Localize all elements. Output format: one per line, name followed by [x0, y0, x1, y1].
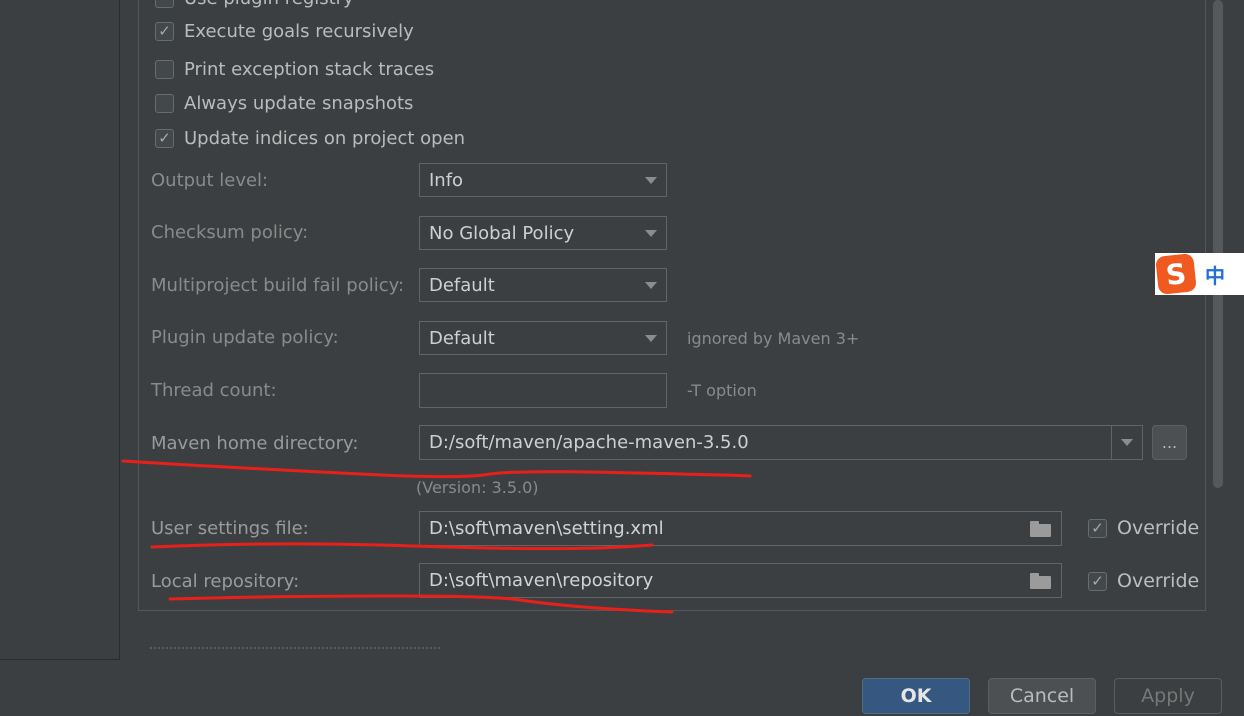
checkbox-label: Print exception stack traces	[184, 58, 435, 80]
checkbox-label: Execute goals recursively	[184, 20, 414, 42]
maven-home-label: Maven home directory:	[151, 433, 359, 454]
clipped-text-remnant	[150, 644, 440, 650]
thread-count-input[interactable]	[419, 373, 667, 408]
checkbox-box[interactable]	[155, 59, 174, 79]
checkbox-box[interactable]	[155, 0, 174, 8]
checkbox-always-update-snapshots[interactable]: Always update snapshots	[155, 91, 413, 115]
thread-count-label: Thread count:	[151, 380, 277, 401]
ok-button[interactable]: OK	[862, 678, 970, 714]
multiproject-fail-policy-select[interactable]: Default	[419, 268, 667, 302]
checksum-policy-label: Checksum policy:	[151, 222, 309, 243]
cancel-button[interactable]: Cancel	[988, 678, 1096, 714]
multiproject-fail-policy-value: Default	[429, 274, 495, 296]
checkmark-icon[interactable]: ✓	[155, 128, 174, 148]
checkbox-update-indices[interactable]: ✓ Update indices on project open	[155, 126, 465, 150]
chevron-down-icon	[636, 229, 666, 237]
plugin-update-policy-value: Default	[429, 327, 495, 349]
checksum-policy-select[interactable]: No Global Policy	[419, 216, 667, 250]
ime-mode-label: 中	[1205, 263, 1225, 288]
maven-version-text: (Version: 3.5.0)	[416, 478, 539, 497]
chevron-down-icon	[636, 281, 666, 289]
plugin-update-policy-hint: ignored by Maven 3+	[687, 329, 860, 348]
chevron-down-icon	[636, 334, 666, 342]
checkmark-icon[interactable]: ✓	[1088, 571, 1107, 591]
checkbox-label: Update indices on project open	[184, 127, 466, 149]
output-level-label: Output level:	[151, 170, 269, 191]
multiproject-fail-policy-label: Multiproject build fail policy:	[151, 275, 405, 296]
thread-count-hint: -T option	[687, 381, 757, 400]
output-level-value: Info	[429, 169, 464, 191]
override-label: Override	[1117, 517, 1200, 539]
local-repository-input[interactable]: D:\soft\maven\repository	[419, 563, 1062, 598]
user-settings-value: D:\soft\maven\setting.xml	[429, 518, 664, 539]
plugin-update-policy-select[interactable]: Default	[419, 321, 667, 355]
checkbox-print-exception-stack-traces[interactable]: Print exception stack traces	[155, 57, 434, 81]
folder-icon[interactable]	[1030, 520, 1052, 537]
maven-home-select[interactable]: D:/soft/maven/apache-maven-3.5.0	[419, 425, 1143, 460]
user-settings-label: User settings file:	[151, 518, 309, 539]
checkmark-icon[interactable]: ✓	[155, 21, 174, 41]
plugin-update-policy-label: Plugin update policy:	[151, 327, 339, 348]
settings-tree-pane	[0, 0, 120, 660]
override-label: Override	[1117, 570, 1200, 592]
local-repository-override[interactable]: ✓ Override	[1088, 570, 1199, 592]
local-repository-label: Local repository:	[151, 571, 300, 592]
checkmark-icon[interactable]: ✓	[1088, 518, 1107, 538]
user-settings-input[interactable]: D:\soft\maven\setting.xml	[419, 511, 1062, 546]
checkbox-label: Always update snapshots	[184, 92, 414, 114]
sogou-logo-icon: S	[1155, 253, 1197, 295]
apply-button[interactable]: Apply	[1114, 678, 1222, 714]
checkbox-use-plugin-registry[interactable]: Use plugin registry	[155, 0, 354, 10]
output-level-select[interactable]: Info	[419, 163, 667, 197]
folder-icon[interactable]	[1030, 572, 1052, 589]
local-repository-value: D:\soft\maven\repository	[429, 570, 654, 591]
chevron-down-icon	[636, 176, 666, 184]
user-settings-override[interactable]: ✓ Override	[1088, 517, 1199, 539]
scrollbar-thumb[interactable]	[1213, 0, 1223, 488]
checkbox-execute-goals-recursively[interactable]: ✓ Execute goals recursively	[155, 19, 414, 43]
checkbox-box[interactable]	[155, 93, 174, 113]
browse-maven-home-button[interactable]: ...	[1152, 425, 1187, 460]
checksum-policy-value: No Global Policy	[429, 222, 575, 244]
chevron-down-icon[interactable]	[1111, 426, 1142, 459]
checkbox-label: Use plugin registry	[184, 0, 354, 9]
maven-home-value: D:/soft/maven/apache-maven-3.5.0	[429, 432, 749, 453]
ime-indicator[interactable]: S 中	[1155, 253, 1244, 295]
